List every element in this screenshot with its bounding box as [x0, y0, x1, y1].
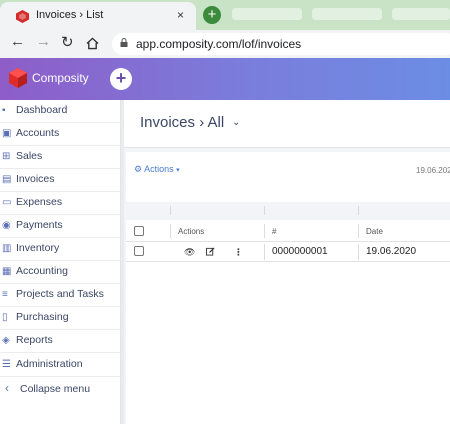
column-separator	[170, 224, 171, 238]
background-tab[interactable]	[392, 8, 450, 20]
app-header: Composity +	[0, 58, 450, 100]
sidebar-item-projects-and-tasks[interactable]: ≡ Projects and Tasks	[0, 284, 121, 307]
address-bar[interactable]: app.composity.com/lof/invoices	[112, 33, 450, 55]
select-all-checkbox[interactable]	[134, 226, 144, 236]
table-row[interactable]: 👁 ⋮ 0000000001 19.06.2020	[126, 242, 450, 262]
more-options-icon[interactable]: ⋮	[234, 247, 243, 257]
home-icon[interactable]	[86, 37, 99, 50]
sidebar-item-label: Payments	[16, 219, 63, 231]
composity-favicon-icon	[16, 10, 29, 23]
purchasing-icon: ▯	[2, 312, 8, 323]
sidebar: ▪ Dashboard ▣ Accounts ⊞ Sales ▤ Invoice…	[0, 100, 121, 424]
payments-icon: ◉	[2, 220, 11, 231]
back-icon[interactable]: ←	[10, 33, 25, 50]
invoice-list-card: ⚙Actions ▾ 19.06.2020 Actions # Date 👁 ⋮…	[126, 152, 450, 424]
add-button[interactable]: +	[110, 68, 132, 90]
sidebar-item-label: Expenses	[16, 196, 63, 208]
administration-icon: ☰	[2, 359, 11, 370]
composity-logo-icon[interactable]	[9, 68, 27, 88]
column-separator	[264, 244, 265, 260]
reload-icon[interactable]: ↻	[61, 33, 74, 51]
accounting-icon: ▦	[2, 266, 12, 277]
collapse-menu-button[interactable]: ‹ Collapse menu	[0, 379, 121, 402]
browser-toolbar: ← → ↻ app.composity.com/lof/invoices	[0, 30, 450, 58]
reports-icon: ◈	[2, 335, 10, 346]
main-content: Invoices › All ⌄ ⚙Actions ▾ 19.06.2020 A…	[124, 100, 450, 424]
table-header: Actions # Date	[126, 220, 450, 242]
browser-tab[interactable]: Invoices › List ×	[0, 2, 196, 30]
sidebar-item-label: Reports	[16, 334, 53, 346]
column-separator	[264, 206, 265, 215]
inventory-icon: ▥	[2, 243, 12, 254]
sidebar-item-label: Accounting	[16, 265, 68, 277]
url-text: app.composity.com/lof/invoices	[136, 37, 302, 51]
sidebar-item-administration[interactable]: ☰ Administration	[0, 354, 121, 377]
sidebar-item-label: Invoices	[16, 173, 55, 185]
invoice-icon: ▤	[2, 174, 12, 185]
sidebar-item-accounts[interactable]: ▣ Accounts	[0, 123, 121, 146]
sidebar-item-purchasing[interactable]: ▯ Purchasing	[0, 307, 121, 330]
sidebar-item-label: Dashboard	[16, 104, 68, 116]
column-separator	[170, 206, 171, 215]
browser-tab-bar: Invoices › List × +	[0, 0, 450, 30]
invoice-date-cell: 19.06.2020	[366, 246, 417, 257]
background-tab[interactable]	[312, 8, 382, 20]
gear-icon: ⚙	[134, 164, 143, 174]
column-separator	[358, 244, 359, 260]
invoice-number-cell[interactable]: 0000000001	[272, 246, 328, 257]
edit-icon[interactable]	[206, 247, 215, 256]
chevron-down-icon[interactable]: ⌄	[232, 117, 240, 128]
filter-band	[126, 202, 450, 220]
sidebar-item-invoices[interactable]: ▤ Invoices	[0, 169, 121, 192]
row-checkbox[interactable]	[134, 246, 144, 256]
sidebar-item-sales[interactable]: ⊞ Sales	[0, 146, 121, 169]
view-eye-icon[interactable]: 👁	[184, 247, 195, 257]
cart-icon: ⊞	[2, 151, 11, 162]
caret-down-icon: ▾	[176, 167, 180, 174]
column-separator	[358, 206, 359, 215]
sidebar-item-label: Accounts	[16, 127, 60, 139]
tab-close-icon[interactable]: ×	[177, 8, 184, 22]
column-header-number[interactable]: #	[272, 227, 276, 236]
lock-icon	[120, 38, 128, 47]
collapse-menu-label: Collapse menu	[20, 383, 91, 395]
sidebar-item-reports[interactable]: ◈ Reports	[0, 330, 121, 353]
tab-title: Invoices › List	[36, 9, 104, 21]
projects-icon: ≡	[2, 289, 8, 300]
sidebar-item-label: Projects and Tasks	[16, 288, 104, 300]
expenses-icon: ▭	[2, 197, 12, 208]
column-separator	[264, 224, 265, 238]
page-header: Invoices › All ⌄	[124, 100, 450, 148]
accounts-icon: ▣	[2, 128, 12, 139]
sidebar-item-label: Sales	[16, 150, 43, 162]
sidebar-item-label: Administration	[16, 358, 83, 370]
brand-name[interactable]: Composity	[32, 71, 89, 85]
sidebar-item-inventory[interactable]: ▥ Inventory	[0, 238, 121, 261]
sidebar-item-expenses[interactable]: ▭ Expenses	[0, 192, 121, 215]
forward-icon[interactable]: →	[36, 33, 51, 50]
column-separator	[358, 224, 359, 238]
new-tab-button[interactable]: +	[203, 6, 221, 24]
dashboard-icon: ▪	[2, 105, 6, 116]
sidebar-item-accounting[interactable]: ▦ Accounting	[0, 261, 121, 284]
page-title: Invoices › All	[140, 114, 225, 131]
actions-dropdown[interactable]: ⚙ Actions ▾	[134, 164, 180, 175]
column-header-actions[interactable]: Actions	[178, 227, 204, 236]
column-header-date[interactable]: Date	[366, 227, 383, 236]
date-filter: 19.06.2020	[416, 166, 450, 175]
actions-label: Actions	[144, 164, 174, 174]
sidebar-item-label: Inventory	[16, 242, 60, 254]
chevron-left-icon: ‹	[5, 381, 9, 395]
sidebar-item-dashboard[interactable]: ▪ Dashboard	[0, 100, 121, 123]
sidebar-item-payments[interactable]: ◉ Payments	[0, 215, 121, 238]
background-tab[interactable]	[232, 8, 302, 20]
sidebar-item-label: Purchasing	[16, 311, 69, 323]
